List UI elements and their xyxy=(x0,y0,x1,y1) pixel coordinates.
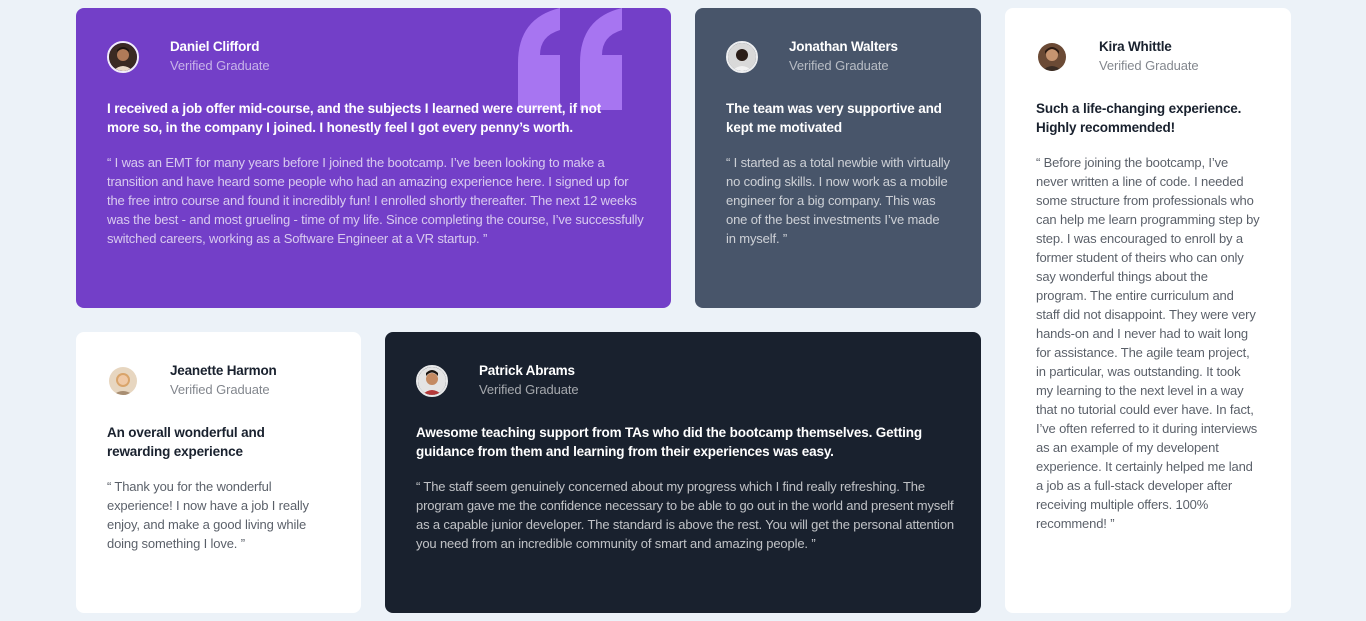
author: Daniel Clifford Verified Graduate xyxy=(107,39,640,73)
author-name: Jonathan Walters xyxy=(789,39,898,54)
author-role: Verified Graduate xyxy=(170,382,270,397)
testimonial-body: “ I started as a total newbie with virtu… xyxy=(726,155,950,246)
testimonial-headline: Such a life-changing experience. Highly … xyxy=(1036,101,1242,135)
testimonial-headline: The team was very supportive and kept me… xyxy=(726,101,942,135)
author-role: Verified Graduate xyxy=(479,382,579,397)
author: Kira Whittle Verified Graduate xyxy=(1036,39,1260,73)
author: Patrick Abrams Verified Graduate xyxy=(416,363,950,397)
author-name: Jeanette Harmon xyxy=(170,363,277,378)
testimonial-headline: An overall wonderful and rewarding exper… xyxy=(107,425,265,459)
author: Jeanette Harmon Verified Graduate xyxy=(107,363,330,397)
avatar xyxy=(726,41,758,73)
testimonial-headline: Awesome teaching support from TAs who di… xyxy=(416,425,922,459)
author-name: Daniel Clifford xyxy=(170,39,260,54)
testimonial-card-jeanette-harmon: Jeanette Harmon Verified Graduate An ove… xyxy=(76,332,361,613)
testimonial-card-jonathan-walters: Jonathan Walters Verified Graduate The t… xyxy=(695,8,981,308)
testimonial-body: “ The staff seem genuinely concerned abo… xyxy=(416,479,954,551)
testimonial-body: “ Thank you for the wonderful experience… xyxy=(107,479,309,551)
author-role: Verified Graduate xyxy=(789,58,889,73)
author-role: Verified Graduate xyxy=(170,58,270,73)
testimonial-body: “ Before joining the bootcamp, I’ve neve… xyxy=(1036,155,1260,531)
avatar xyxy=(107,365,139,397)
avatar xyxy=(1036,41,1068,73)
author-role: Verified Graduate xyxy=(1099,58,1199,73)
testimonial-headline: I received a job offer mid-course, and t… xyxy=(107,101,602,135)
avatar xyxy=(107,41,139,73)
testimonial-card-daniel-clifford: Daniel Clifford Verified Graduate I rece… xyxy=(76,8,671,308)
testimonial-body: “ I was an EMT for many years before I j… xyxy=(107,155,644,246)
avatar xyxy=(416,365,448,397)
author-name: Kira Whittle xyxy=(1099,39,1172,54)
testimonial-card-patrick-abrams: Patrick Abrams Verified Graduate Awesome… xyxy=(385,332,981,613)
author: Jonathan Walters Verified Graduate xyxy=(726,39,950,73)
author-name: Patrick Abrams xyxy=(479,363,575,378)
testimonial-card-kira-whittle: Kira Whittle Verified Graduate Such a li… xyxy=(1005,8,1291,613)
